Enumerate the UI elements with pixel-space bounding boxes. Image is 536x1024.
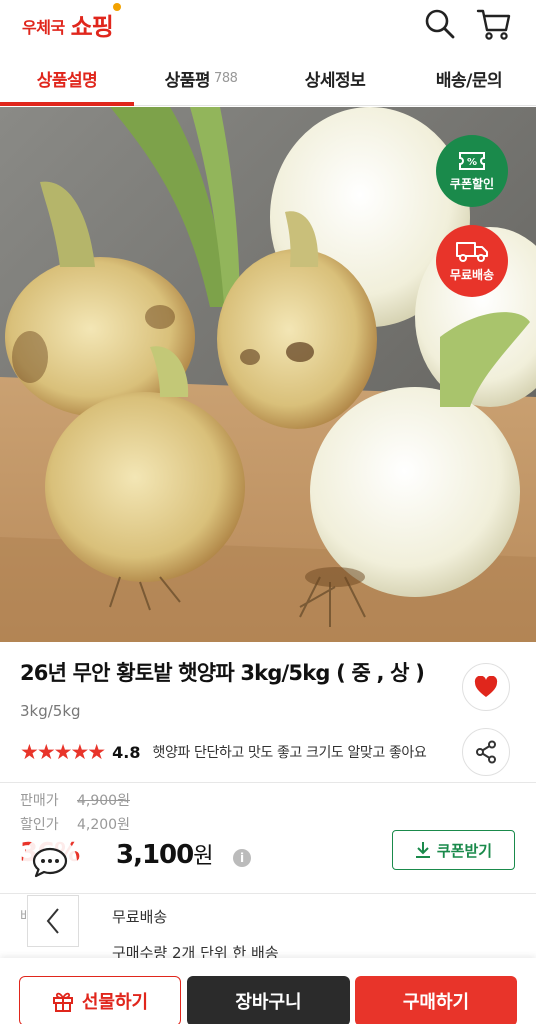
back-button[interactable] xyxy=(27,895,79,947)
divider xyxy=(0,782,536,783)
rating-row[interactable]: ★★★★★ 4.8 햇양파 단단하고 맛도 좋고 크기도 알맞고 좋아요 xyxy=(20,740,458,764)
logo-small-text: 우체국 xyxy=(22,18,65,37)
divider xyxy=(0,893,536,894)
product-title: 26년 무안 황토밭 햇양파 3kg/5kg ( 중 , 상 ) xyxy=(20,661,425,685)
product-option: 3kg/5kg xyxy=(20,702,81,720)
review-snippet: 햇양파 단단하고 맛도 좋고 크기도 알맞고 좋아요 xyxy=(152,745,427,761)
tab-bar: 상품설명 상품평 788 상세정보 배송/문의 xyxy=(0,52,536,106)
coupon-icon: % xyxy=(459,152,485,170)
tab-label: 상품평 xyxy=(164,71,211,91)
gift-button[interactable]: 선물하기 xyxy=(19,976,181,1024)
shipping-value: 무료배송 xyxy=(112,908,168,926)
tab-description[interactable]: 상품설명 xyxy=(0,52,134,106)
share-button[interactable] xyxy=(462,728,510,776)
share-icon xyxy=(476,740,496,764)
coupon-discount-badge[interactable]: % 쿠폰할인 xyxy=(436,135,508,207)
buy-now-button[interactable]: 구매하기 xyxy=(355,976,517,1024)
tab-reviews[interactable]: 상품평 788 xyxy=(134,52,268,105)
svg-text:%: % xyxy=(467,157,477,168)
star-rating: ★★★★★ xyxy=(20,740,106,764)
search-icon[interactable] xyxy=(420,4,460,44)
app-header: 우체국 쇼핑 xyxy=(0,0,536,52)
chat-button[interactable] xyxy=(23,835,77,889)
badge-label: 무료배송 xyxy=(449,268,495,282)
logo[interactable]: 우체국 쇼핑 xyxy=(22,3,121,44)
download-icon xyxy=(415,842,430,858)
gift-label: 선물하기 xyxy=(81,992,149,1013)
rating-score: 4.8 xyxy=(112,742,141,762)
cart-label: 장바구니 xyxy=(235,992,302,1013)
badge-label: 쿠폰할인 xyxy=(449,177,495,191)
chevron-left-icon xyxy=(46,908,59,934)
review-count: 788 xyxy=(214,71,238,86)
buy-label: 구매하기 xyxy=(402,992,470,1013)
coupon-button-label: 쿠폰받기 xyxy=(436,841,493,860)
sale-price-label: 판매가 xyxy=(20,793,59,809)
original-price: 4,900원 xyxy=(77,793,130,809)
tab-label: 상세정보 xyxy=(304,71,366,91)
info-icon[interactable]: i xyxy=(233,849,251,867)
tab-label: 배송/문의 xyxy=(435,71,503,91)
like-button[interactable] xyxy=(462,663,510,711)
heart-icon xyxy=(474,676,498,697)
gift-icon xyxy=(52,992,73,1012)
final-price: 3,100원 xyxy=(116,838,214,870)
discount-price-label: 할인가 xyxy=(20,817,59,833)
truck-icon xyxy=(456,242,488,262)
final-price-unit: 원 xyxy=(193,844,213,869)
logo-dot xyxy=(112,3,121,11)
chat-icon xyxy=(32,847,68,878)
add-to-cart-button[interactable]: 장바구니 xyxy=(187,976,350,1024)
tab-details[interactable]: 상세정보 xyxy=(268,52,402,105)
bottom-action-bar: 선물하기 장바구니 구매하기 xyxy=(0,958,536,1024)
tab-shipping[interactable]: 배송/문의 xyxy=(402,52,536,105)
cart-icon[interactable] xyxy=(474,4,514,44)
get-coupon-button[interactable]: 쿠폰받기 xyxy=(392,830,515,870)
tab-label: 상품설명 xyxy=(36,71,98,91)
free-shipping-badge[interactable]: 무료배송 xyxy=(436,225,508,297)
logo-big-text: 쇼핑 xyxy=(71,3,121,42)
discount-price: 4,200원 xyxy=(77,817,130,833)
final-price-value: 3,100 xyxy=(116,840,194,870)
